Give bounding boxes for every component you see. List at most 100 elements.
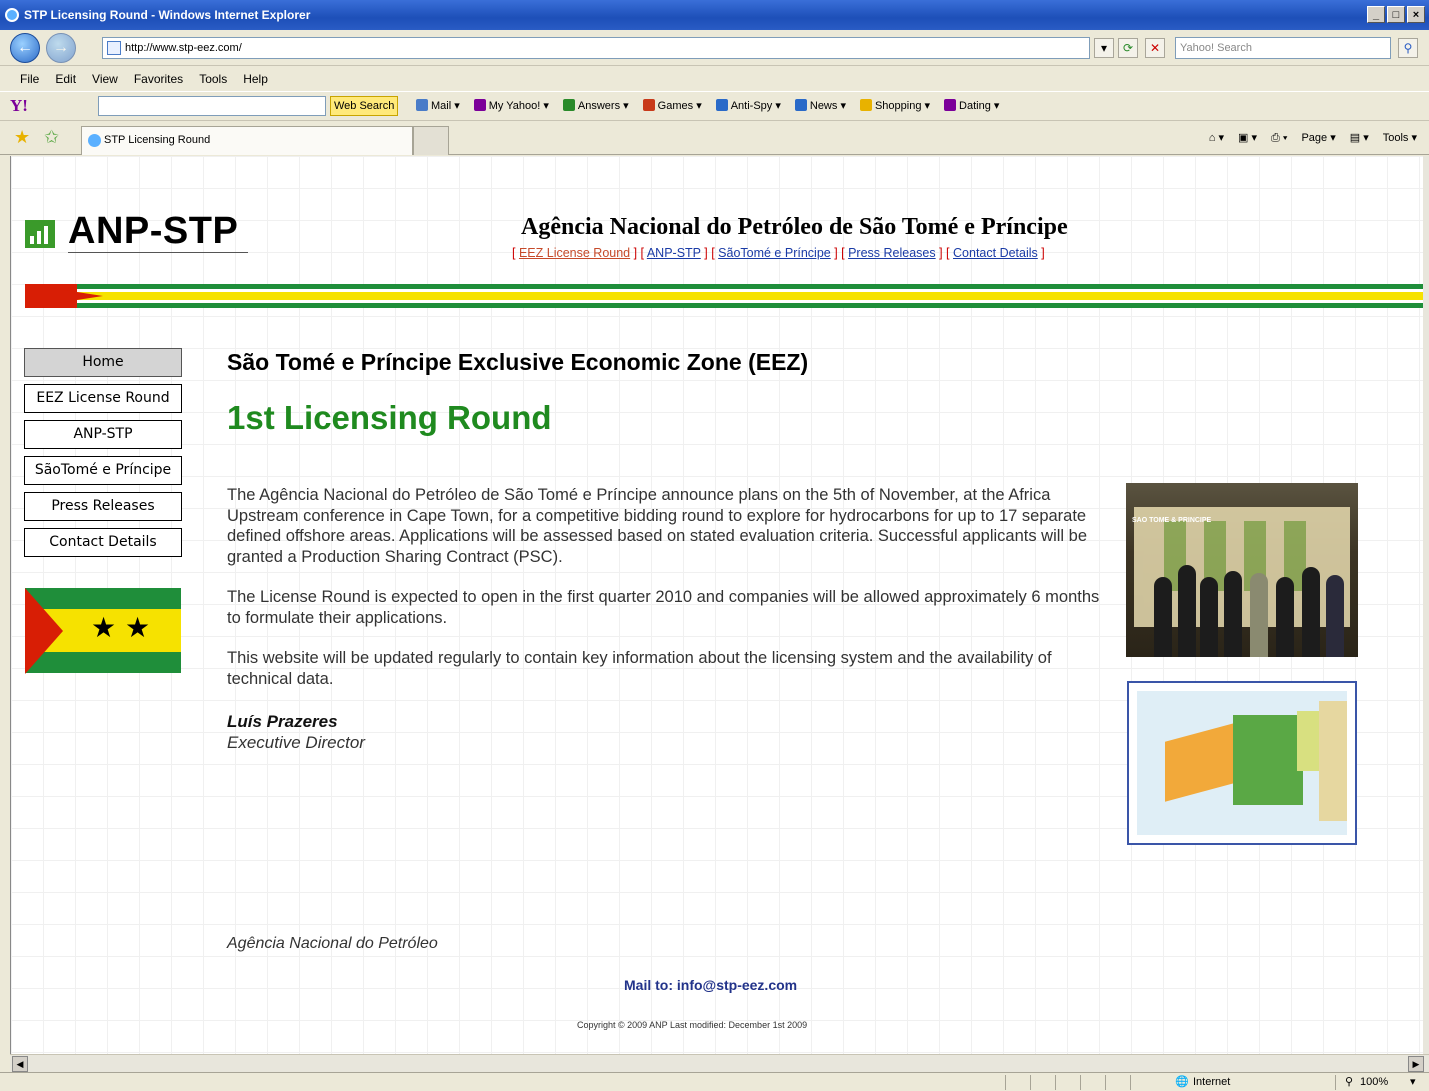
yahoo-item-mail[interactable]: Mail ▾ xyxy=(416,92,460,120)
conference-photo[interactable]: SAO TOME & PRINCIPE xyxy=(1126,483,1358,657)
feeds-icon[interactable]: ▣ ▾ xyxy=(1238,122,1257,155)
toplink-anp-stp[interactable]: ANP-STP xyxy=(647,246,701,260)
menu-favorites[interactable]: Favorites xyxy=(134,67,183,91)
menu-view[interactable]: View xyxy=(92,67,118,91)
shopping-icon xyxy=(859,99,872,111)
menu-tools[interactable]: Tools xyxy=(199,67,227,91)
search-input[interactable]: Yahoo! Search xyxy=(1175,37,1391,59)
toplink-contact-details[interactable]: Contact Details xyxy=(953,246,1038,260)
tab-stp-licensing-round[interactable]: STP Licensing Round xyxy=(81,126,413,155)
menu-edit[interactable]: Edit xyxy=(55,67,76,91)
license-round-paragraph: The License Round is expected to open in… xyxy=(227,588,1100,627)
menu-file[interactable]: File xyxy=(20,67,39,91)
yahoo-item-label: Games xyxy=(657,100,694,112)
news-icon xyxy=(794,99,807,111)
yahoo-item-label: Dating xyxy=(959,100,991,112)
agency-title: Agência Nacional do Petróleo de São Tomé… xyxy=(521,214,1068,240)
nav-sao-tome[interactable]: SãoTomé e Príncipe xyxy=(24,456,182,485)
horizontal-scrollbar[interactable]: ◀ ▶ xyxy=(10,1054,1429,1072)
logo-text: ANP-STP xyxy=(68,210,239,252)
yahoo-item-label: News xyxy=(809,100,838,112)
header-stripe xyxy=(25,284,1423,308)
photo-booth-sign: SAO TOME & PRINCIPE xyxy=(1132,517,1212,524)
toplink-press-releases[interactable]: Press Releases xyxy=(848,246,936,260)
signature-name: Luís Prazeres xyxy=(227,712,338,731)
browser-window: STP Licensing Round - Windows Internet E… xyxy=(0,0,1429,1091)
games-icon xyxy=(642,99,655,111)
nav-eez-license-round[interactable]: EEZ License Round xyxy=(24,384,182,413)
footer-mail-link[interactable]: Mail to: info@stp-eez.com xyxy=(624,977,797,993)
scroll-left-icon[interactable]: ◀ xyxy=(12,1056,28,1072)
intro-paragraph: The Agência Nacional do Petróleo de São … xyxy=(227,486,1088,566)
command-bar: ⌂ ▾ ▣ ▾ ⎙ ▾ Page ▾ ▤ ▾ Tools ▾ xyxy=(1209,122,1417,155)
window-title: STP Licensing Round - Windows Internet E… xyxy=(24,8,311,22)
refresh-icon[interactable]: ⟳ xyxy=(1118,38,1138,58)
stop-icon[interactable]: ✕ xyxy=(1145,38,1165,58)
page-subheading: 1st Licensing Round xyxy=(227,399,552,436)
url-text: http://www.stp-eez.com/ xyxy=(125,42,242,54)
zoom-icon[interactable]: ⚲ xyxy=(1345,1073,1353,1091)
website-update-paragraph: This website will be updated regularly t… xyxy=(227,649,1052,688)
window-controls: _ □ × xyxy=(1367,6,1425,23)
close-window-button[interactable]: × xyxy=(1407,6,1425,23)
nav-anp-stp[interactable]: ANP-STP xyxy=(24,420,182,449)
answers-icon xyxy=(562,99,575,111)
home-icon[interactable]: ⌂ ▾ xyxy=(1209,122,1224,155)
yahoo-item-my-yahoo[interactable]: My Yahoo! ▾ xyxy=(473,92,549,120)
eez-map-thumbnail[interactable] xyxy=(1127,681,1357,845)
page-viewport: ANP-STP Agência Nacional do Petróleo de … xyxy=(10,156,1423,1054)
yahoo-item-label: Mail xyxy=(431,100,452,112)
address-row: ← → http://www.stp-eez.com/ ▾ ⟳ ✕ Yahoo!… xyxy=(0,30,1429,66)
yahoo-item-shopping[interactable]: Shopping ▾ xyxy=(859,92,930,120)
address-bar[interactable]: http://www.stp-eez.com/ xyxy=(102,37,1090,59)
zoom-dropdown-icon[interactable]: ▾ xyxy=(1410,1073,1416,1091)
toplink-sao-tome[interactable]: SãoTomé e Príncipe xyxy=(718,246,831,260)
yahoo-item-answers[interactable]: Answers ▾ xyxy=(562,92,629,120)
compat-dropdown-icon[interactable]: ▾ xyxy=(1094,38,1114,58)
tools-menu[interactable]: Tools ▾ xyxy=(1383,122,1417,155)
search-placeholder: Yahoo! Search xyxy=(1180,42,1252,54)
safety-icon[interactable]: ▤ ▾ xyxy=(1350,122,1369,155)
maximize-button[interactable]: □ xyxy=(1387,6,1405,23)
yahoo-item-dating[interactable]: Dating ▾ xyxy=(944,92,999,120)
forward-button[interactable]: → xyxy=(46,33,76,63)
scroll-right-icon[interactable]: ▶ xyxy=(1408,1056,1424,1072)
yahoo-item-games[interactable]: Games ▾ xyxy=(642,92,702,120)
yahoo-logo[interactable]: Y! xyxy=(10,92,28,120)
nav-home[interactable]: Home xyxy=(24,348,182,377)
zoom-level[interactable]: 100% xyxy=(1360,1073,1388,1091)
vertical-scrollbar[interactable] xyxy=(1423,156,1429,1054)
flag-star-icon: ★ xyxy=(91,612,117,643)
dating-icon xyxy=(944,99,957,111)
menu-help[interactable]: Help xyxy=(243,67,268,91)
yahoo-item-label: Anti-Spy xyxy=(730,100,773,112)
title-bar: STP Licensing Round - Windows Internet E… xyxy=(0,0,1429,30)
yahoo-toolbar-items: Mail ▾ My Yahoo! ▾ Answers ▾ Games ▾ Anti-Sp… xyxy=(416,92,999,120)
toplink-eez-license-round[interactable]: EEZ License Round xyxy=(519,246,630,260)
nav-contact-details[interactable]: Contact Details xyxy=(24,528,182,557)
web-search-button[interactable]: Web Search xyxy=(330,96,399,116)
tools-menu-label: Tools xyxy=(1382,132,1409,144)
anti-spy-icon xyxy=(715,99,728,111)
new-tab-button[interactable] xyxy=(413,126,449,155)
footer-copyright: Copyright © 2009 ANP Last modified: Dece… xyxy=(577,1020,808,1030)
minimize-button[interactable]: _ xyxy=(1367,6,1385,23)
yahoo-item-anti-spy[interactable]: Anti-Spy ▾ xyxy=(715,92,781,120)
yahoo-item-label: Shopping xyxy=(874,100,922,112)
page-menu[interactable]: Page ▾ xyxy=(1301,122,1335,155)
print-icon[interactable]: ⎙ ▾ xyxy=(1271,122,1287,155)
flag-star-icon: ★ xyxy=(125,612,151,643)
page-menu-label: Page xyxy=(1301,132,1328,144)
favorites-star-icon[interactable]: ★ xyxy=(14,127,30,148)
nav-press-releases[interactable]: Press Releases xyxy=(24,492,182,521)
zone-label: Internet xyxy=(1193,1076,1231,1088)
search-icon[interactable]: ⚲ xyxy=(1398,38,1418,58)
top-links: [ EEZ License Round ] [ ANP-STP ] [ SãoT… xyxy=(512,246,1045,260)
add-favorite-icon[interactable]: ✩ xyxy=(44,127,59,148)
side-nav: Home EEZ License Round ANP-STP SãoTomé e… xyxy=(24,348,182,564)
yahoo-search-input[interactable] xyxy=(98,96,326,116)
back-button[interactable]: ← xyxy=(10,33,40,63)
my-yahoo-icon xyxy=(473,99,486,111)
yahoo-item-news[interactable]: News ▾ xyxy=(794,92,846,120)
mail-icon xyxy=(416,99,428,111)
